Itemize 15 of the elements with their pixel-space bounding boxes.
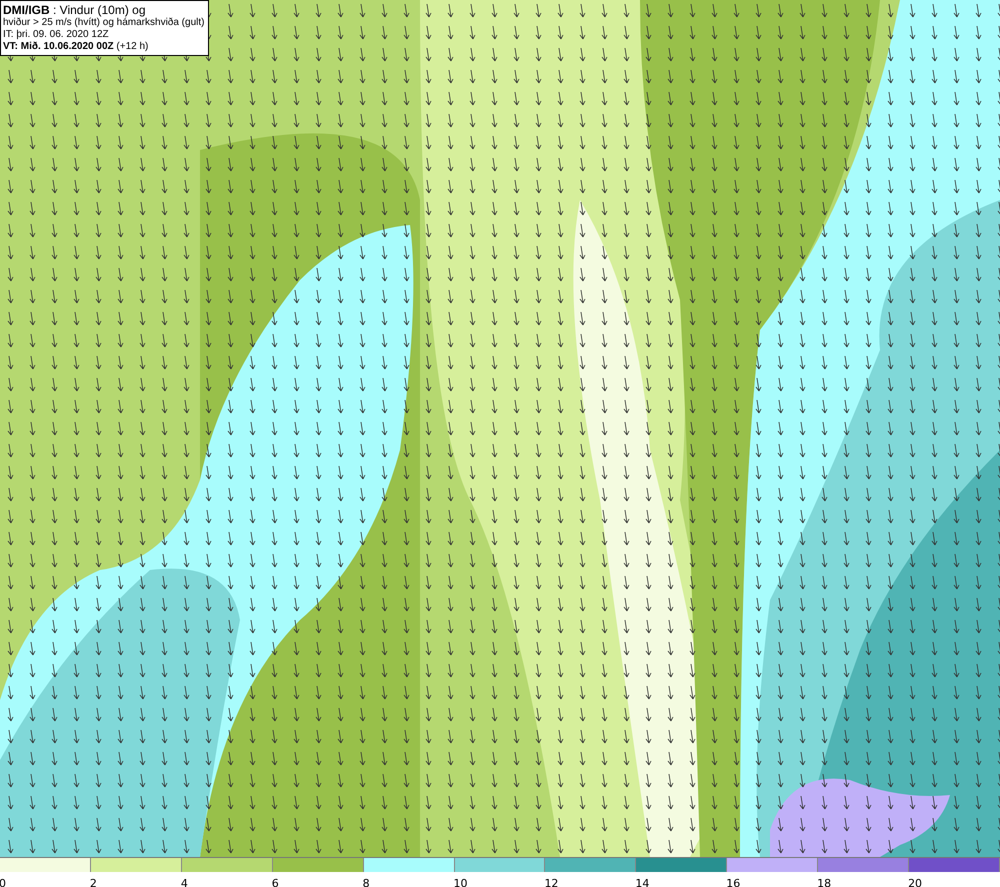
legend-label: 20	[908, 877, 922, 887]
legend-label: 6	[272, 877, 279, 887]
legend-label: 0	[0, 877, 6, 887]
legend-label: 16	[726, 877, 740, 887]
legend-label: 12	[544, 877, 558, 887]
legend-label: 8	[362, 877, 370, 887]
legend-label: 10	[454, 877, 468, 887]
legend-label: 14	[635, 877, 650, 887]
title-line: IT: þri. 09. 06. 2020 12Z	[3, 29, 110, 41]
legend-label: 2	[90, 877, 97, 887]
legend-label: 4	[180, 877, 188, 887]
title-line: DMI/IGB : Vindur (10m) og	[3, 3, 146, 17]
legend-label: 18	[817, 877, 832, 887]
title-line: hviður > 25 m/s (hvítt) og hámarkshviða (gult)	[3, 17, 204, 29]
title-line: VT: Mið. 10.06.2020 00Z (+12 h)	[3, 41, 150, 53]
